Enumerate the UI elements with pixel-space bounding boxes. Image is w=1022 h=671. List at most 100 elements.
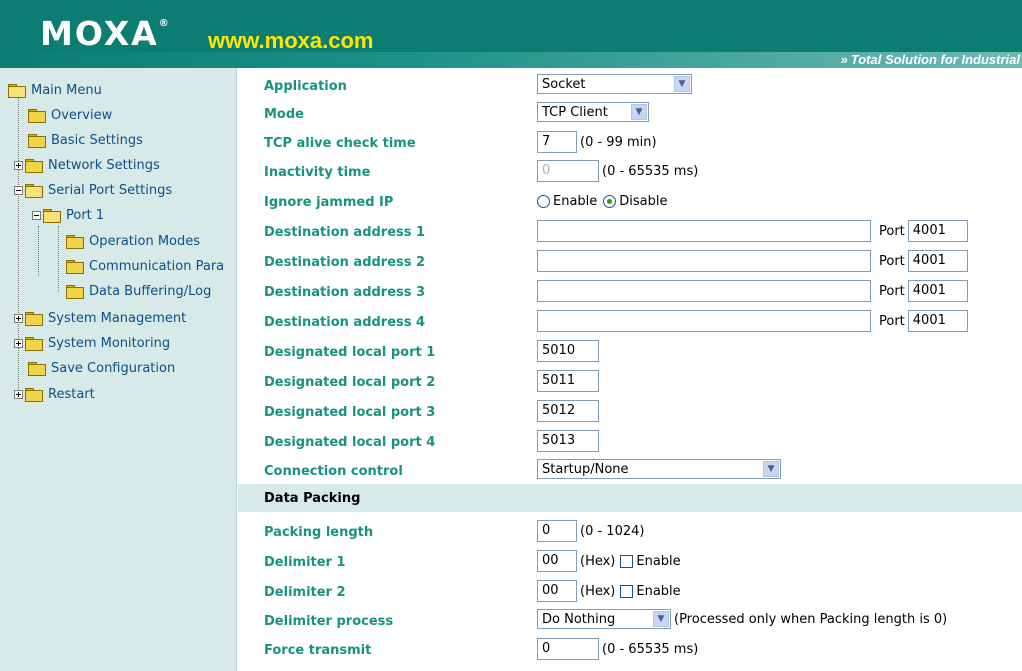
sidebar-item-system-management[interactable]: System Management xyxy=(14,307,186,329)
moxa-logo: MOXA® xyxy=(40,14,169,53)
sidebar-item-system-monitoring[interactable]: System Monitoring xyxy=(14,332,170,354)
checkbox-label: Enable xyxy=(636,553,681,569)
application-select[interactable]: Socket ▼ xyxy=(537,74,692,94)
expand-icon[interactable] xyxy=(14,389,23,399)
form-row-connection-control: Connection control Startup/None ▼ xyxy=(238,456,1022,486)
sidebar-item-port-1[interactable]: Port 1 xyxy=(32,204,104,226)
field-label: Destination address 3 xyxy=(264,285,426,300)
chevron-down-icon: ▼ xyxy=(763,461,779,477)
folder-icon xyxy=(25,158,43,173)
field-label: Designated local port 3 xyxy=(264,405,436,420)
field-label: Destination address 1 xyxy=(264,225,426,240)
form-row-dest-3: Destination address 3 Port 4001 xyxy=(238,277,1022,307)
mode-select[interactable]: TCP Client ▼ xyxy=(537,102,649,122)
sidebar-item-serial-port-settings[interactable]: Serial Port Settings xyxy=(14,179,172,201)
folder-open-icon xyxy=(25,183,43,198)
destination-address-input[interactable] xyxy=(537,250,871,272)
tree-line xyxy=(38,226,39,276)
sidebar-item-basic-settings[interactable]: Basic Settings xyxy=(28,129,143,151)
form-row-delimiter-2: Delimiter 2 00 (Hex) Enable xyxy=(238,577,1022,607)
site-header: MOXA® www.moxa.com » Total Solution for I… xyxy=(0,0,1022,68)
folder-icon xyxy=(66,234,84,249)
expand-icon[interactable] xyxy=(14,160,23,170)
field-label: Inactivity time xyxy=(264,165,371,180)
port-label: Port xyxy=(879,223,905,239)
enable-radio[interactable] xyxy=(537,195,550,208)
range-hint: (0 - 65535 ms) xyxy=(602,641,699,657)
field-label: Designated local port 4 xyxy=(264,435,436,450)
form-row-application: Application Socket ▼ xyxy=(238,71,1022,101)
tagline: » Total Solution for Industrial xyxy=(840,52,1020,67)
sidebar-item-restart[interactable]: Restart xyxy=(14,383,95,405)
sidebar-item-data-buffering[interactable]: Data Buffering/Log xyxy=(66,280,211,302)
packing-length-input[interactable]: 0 xyxy=(537,520,577,542)
sidebar-item-communication-parameters[interactable]: Communication Para xyxy=(66,255,237,277)
radio-label: Disable xyxy=(619,194,668,209)
expand-icon[interactable] xyxy=(14,338,23,348)
chevron-down-icon: ▼ xyxy=(674,76,690,92)
local-port-input[interactable]: 5013 xyxy=(537,430,599,452)
expand-icon[interactable] xyxy=(14,313,23,323)
enable-checkbox[interactable] xyxy=(620,554,634,568)
form-row-force-transmit: Force transmit 0 (0 - 65535 ms) xyxy=(238,635,1022,665)
folder-icon xyxy=(28,361,46,376)
range-hint: (0 - 1024) xyxy=(580,523,645,539)
force-transmit-input[interactable]: 0 xyxy=(537,638,599,660)
sidebar-item-network-settings[interactable]: Network Settings xyxy=(14,154,160,176)
form-row-delimiter-process: Delimiter process Do Nothing ▼ (Processe… xyxy=(238,606,1022,636)
hex-hint: (Hex) xyxy=(580,583,616,599)
site-url[interactable]: www.moxa.com xyxy=(208,28,373,54)
field-label: Delimiter 1 xyxy=(264,555,346,570)
connection-control-select[interactable]: Startup/None ▼ xyxy=(537,459,781,479)
sidebar-item-main-menu[interactable]: Main Menu xyxy=(8,79,102,101)
destination-address-input[interactable] xyxy=(537,310,871,332)
sidebar-menu: Main Menu Overview Basic Settings Networ… xyxy=(0,68,237,671)
port-label: Port xyxy=(879,283,905,299)
form-row-local-1: Designated local port 1 5010 xyxy=(238,337,1022,367)
collapse-icon[interactable] xyxy=(32,210,41,220)
sidebar-item-overview[interactable]: Overview xyxy=(28,104,112,126)
delimiter-input[interactable]: 00 xyxy=(537,550,577,572)
range-hint: (0 - 65535 ms) xyxy=(602,163,699,179)
delimiter-process-select[interactable]: Do Nothing ▼ xyxy=(537,609,671,629)
disable-radio[interactable] xyxy=(603,195,617,208)
local-port-input[interactable]: 5011 xyxy=(537,370,599,392)
form-row-ignore-jammed: Ignore jammed IP Enable Disable xyxy=(238,187,1022,217)
field-label: Application xyxy=(264,79,347,94)
form-row-local-3: Designated local port 3 5012 xyxy=(238,397,1022,427)
folder-icon xyxy=(25,387,43,402)
delimiter-input[interactable]: 00 xyxy=(537,580,577,602)
field-label: Ignore jammed IP xyxy=(264,195,394,210)
port-input[interactable]: 4001 xyxy=(907,220,968,242)
folder-icon xyxy=(25,311,43,326)
port-label: Port xyxy=(879,253,905,269)
port-input[interactable]: 4001 xyxy=(907,250,968,272)
port-input[interactable]: 4001 xyxy=(907,310,968,332)
destination-address-input[interactable] xyxy=(537,280,871,302)
note-hint: (Processed only when Packing length is 0… xyxy=(674,611,948,627)
collapse-icon[interactable] xyxy=(14,185,23,195)
folder-open-icon xyxy=(43,208,61,223)
field-label: Packing length xyxy=(264,525,374,540)
folder-icon xyxy=(28,133,46,148)
sidebar-item-save-configuration[interactable]: Save Configuration xyxy=(28,357,175,379)
form-row-mode: Mode TCP Client ▼ xyxy=(238,99,1022,129)
hex-hint: (Hex) xyxy=(580,553,616,569)
sidebar-item-operation-modes[interactable]: Operation Modes xyxy=(66,230,200,252)
chevron-down-icon: ▼ xyxy=(653,611,669,627)
form-row-tcp-alive: TCP alive check time 7 (0 - 99 min) xyxy=(238,128,1022,158)
radio-label: Enable xyxy=(553,194,598,209)
enable-checkbox[interactable] xyxy=(620,584,634,598)
port-input[interactable]: 4001 xyxy=(907,280,968,302)
local-port-input[interactable]: 5012 xyxy=(537,400,599,422)
form-row-dest-4: Destination address 4 Port 4001 xyxy=(238,307,1022,337)
folder-icon xyxy=(66,284,84,299)
destination-address-input[interactable] xyxy=(537,220,871,242)
field-label: Designated local port 2 xyxy=(264,375,436,390)
tcp-alive-input[interactable]: 7 xyxy=(537,131,577,153)
tree-line xyxy=(58,226,59,292)
double-arrow-icon: » xyxy=(840,52,848,67)
local-port-input[interactable]: 5010 xyxy=(537,340,599,362)
inactivity-input[interactable]: 0 xyxy=(537,160,599,182)
form-row-inactivity: Inactivity time 0 (0 - 65535 ms) xyxy=(238,157,1022,187)
